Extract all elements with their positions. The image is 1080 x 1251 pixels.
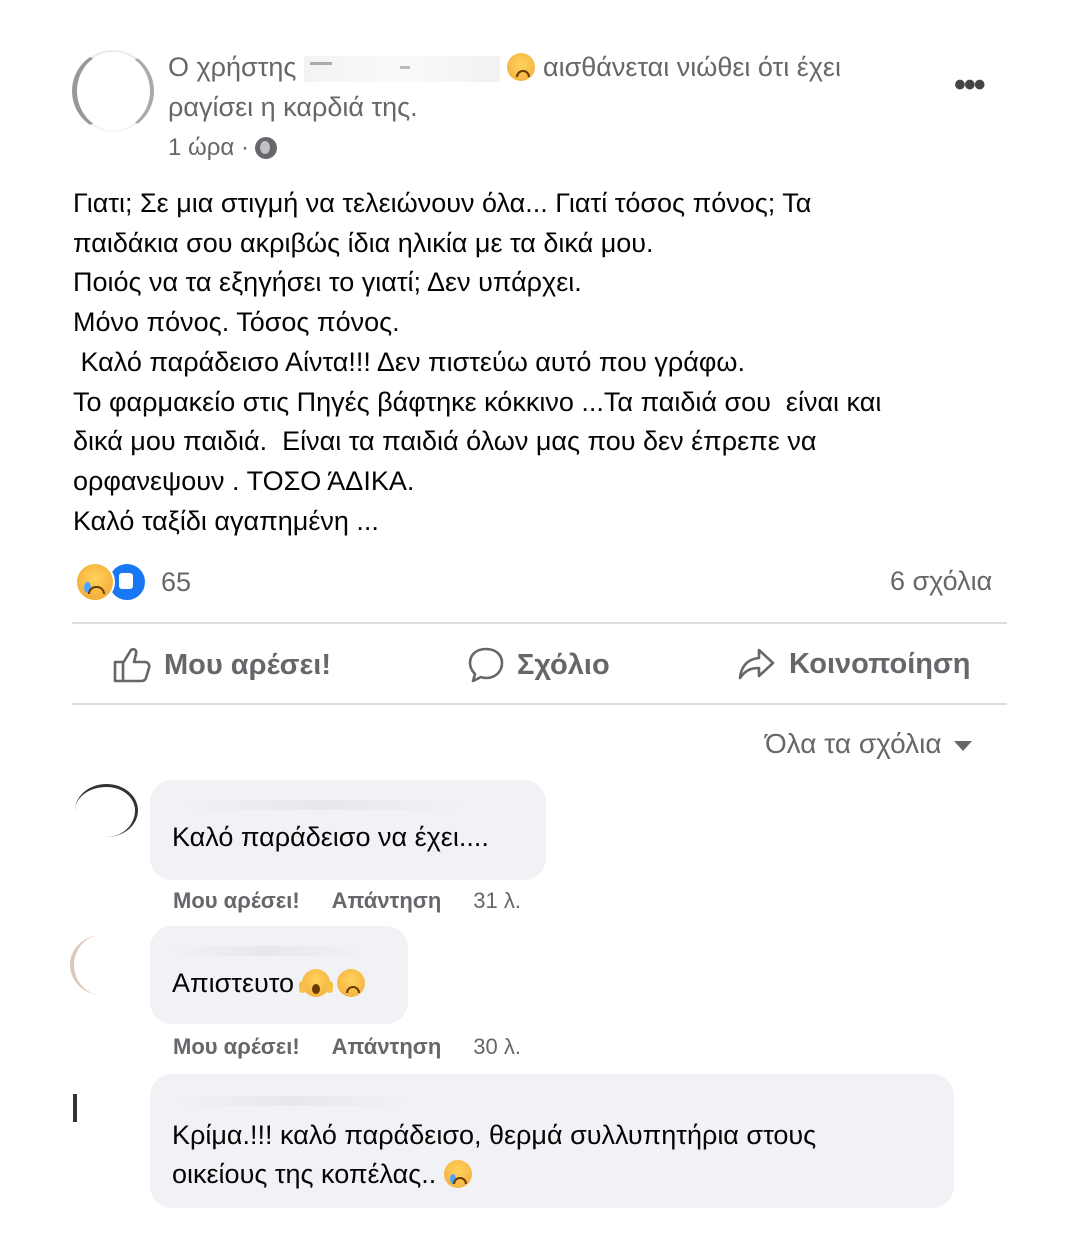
sad-icon: [75, 562, 115, 602]
broken-heart-face-icon: [507, 53, 536, 81]
share-button[interactable]: Κοινοποίηση: [737, 646, 971, 682]
thumbs-up-icon: [113, 647, 151, 683]
comment-like-link[interactable]: Μου αρέσει!: [173, 1034, 300, 1060]
comment-time[interactable]: 31 λ.: [473, 888, 521, 914]
comment-label: Σχόλιο: [517, 648, 610, 681]
comment-text: Απιστευτο: [172, 968, 295, 998]
commenter-name-redacted[interactable]: [172, 1096, 412, 1106]
comment-reply-link[interactable]: Απάντηση: [332, 888, 442, 914]
comments-filter[interactable]: Όλα τα σχόλια: [765, 728, 972, 760]
comment-count[interactable]: 6 σχόλια: [890, 566, 992, 597]
post-line: δικά μου παιδιά. Είναι τα παιδιά όλων μα…: [73, 426, 817, 457]
comment-text-row: Απιστευτο: [172, 964, 408, 1003]
scream-icon: [298, 969, 333, 997]
post-meta: 1 ώρα ·: [168, 134, 277, 162]
globe-icon: [254, 137, 277, 159]
comment-reply-link[interactable]: Απάντηση: [332, 1034, 442, 1060]
comment-icon: [468, 647, 504, 683]
comment-bubble: Καλό παράδεισο να έχει....: [150, 780, 546, 880]
like-button[interactable]: Μου αρέσει!: [112, 646, 331, 684]
post-line: Καλό παράδεισο Αίντα!!! Δεν πιστεύω αυτό…: [73, 346, 745, 377]
commenter-avatar[interactable]: [70, 935, 134, 995]
post-line: Μόνο πόνος. Τόσος πόνος.: [73, 307, 400, 338]
comment-like-link[interactable]: Μου αρέσει!: [173, 888, 300, 914]
post-line: Ποιός να τα εξηγήσει το γιατί; Δεν υπάρχ…: [73, 267, 582, 298]
comment-meta: Μου αρέσει! Απάντηση 30 λ.: [173, 1034, 521, 1060]
comment-text-row: οικείους της κοπέλας..: [172, 1155, 954, 1194]
post-line: ορφανεψουν . ΤΟΣΟ ΆΔΙΚΑ.: [73, 465, 415, 496]
author-prefix: Ο χρήστης: [168, 52, 297, 82]
share-label: Κοινοποίηση: [789, 647, 971, 680]
comment-text: Κρίμα.!!! καλό παράδεισο, θερμά συλλυπητ…: [172, 1120, 817, 1150]
commenter-avatar[interactable]: [75, 784, 138, 837]
post-text: Γιατι; Σε μια στιγμή να τελειώνουν όλα..…: [73, 184, 1018, 541]
more-options-icon[interactable]: •••: [954, 66, 986, 105]
comment-text: Καλό παράδεισο να έχει....: [172, 822, 489, 852]
sad-icon: [337, 969, 366, 997]
post-line: παιδάκια σου ακριβώς ίδια ηλικία με τα δ…: [73, 227, 654, 258]
comment-bubble: Απιστευτο: [150, 926, 408, 1024]
feeling-text-line2: ραγίσει η καρδιά της.: [168, 92, 418, 122]
post-time[interactable]: 1 ώρα ·: [168, 134, 249, 162]
post-line: Γιατι; Σε μια στιγμή να τελειώνουν όλα..…: [73, 188, 812, 218]
crying-icon: [443, 1160, 472, 1188]
reactions-summary[interactable]: 65: [75, 562, 191, 602]
comment-time[interactable]: 30 λ.: [473, 1034, 521, 1060]
feeling-text: αισθάνεται νιώθει ότι έχει: [542, 52, 841, 82]
like-label: Μου αρέσει!: [164, 648, 331, 681]
comments-filter-label: Όλα τα σχόλια: [765, 728, 942, 759]
commenter-avatar[interactable]: [73, 1094, 77, 1122]
comment-bubble: Κρίμα.!!! καλό παράδεισο, θερμά συλλυπητ…: [150, 1074, 954, 1208]
share-icon: [738, 648, 775, 680]
author-name-redacted[interactable]: [303, 55, 500, 82]
divider: [72, 703, 1007, 705]
post-line: Καλό ταξίδι αγαπημένη ...: [73, 505, 379, 536]
divider: [72, 622, 1007, 624]
comment-button[interactable]: Σχόλιο: [467, 646, 610, 684]
comment-text-line2: οικείους της κοπέλας..: [172, 1159, 437, 1189]
post-header: Ο χρήστης αισθάνεται νιώθει ότι έχει: [168, 52, 841, 83]
author-avatar[interactable]: [72, 50, 154, 132]
post-line: Το φαρμακείο στις Πηγές βάφτηκε κόκκινο …: [73, 386, 882, 417]
comment-meta: Μου αρέσει! Απάντηση 31 λ.: [173, 888, 521, 914]
caret-down-icon: [953, 741, 972, 751]
reaction-count: 65: [161, 566, 192, 597]
commenter-name-redacted[interactable]: [172, 800, 472, 810]
commenter-name-redacted[interactable]: [166, 946, 366, 956]
